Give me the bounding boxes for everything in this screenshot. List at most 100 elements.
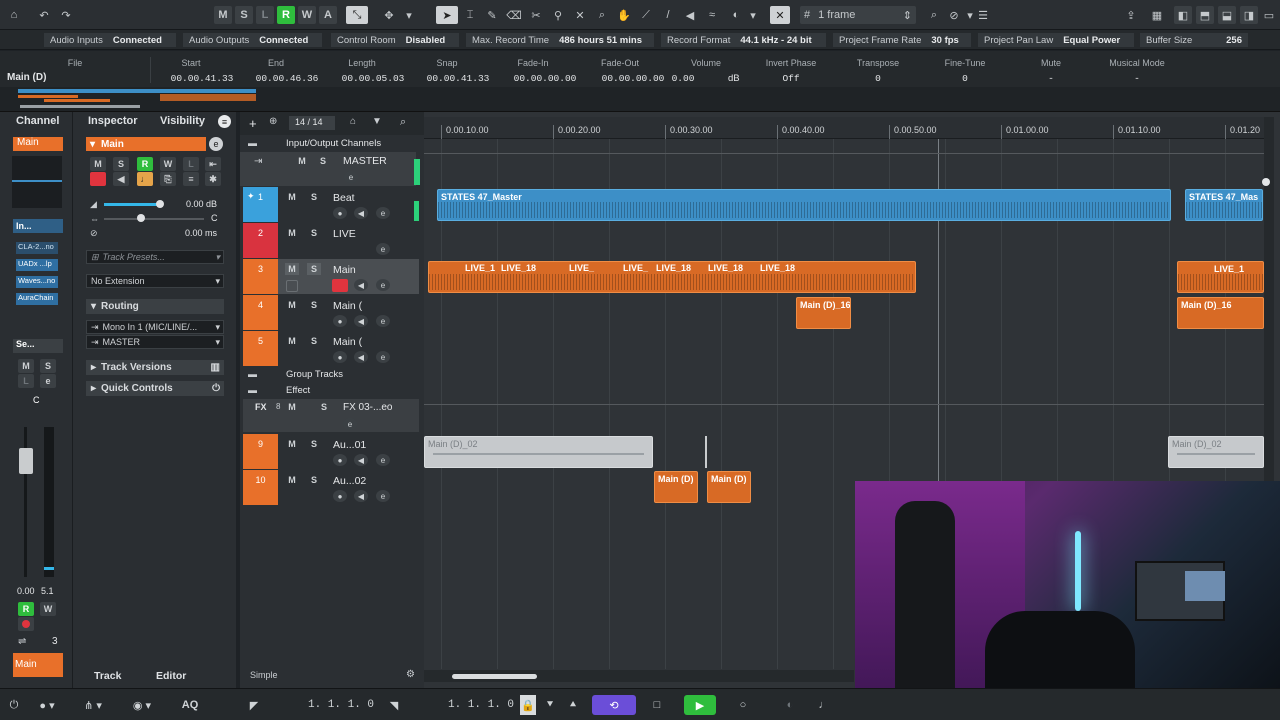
mute-button[interactable]: M [285,263,299,275]
track-name[interactable]: Main ( [333,300,362,312]
pan-handle[interactable] [137,214,145,222]
channel-name[interactable]: Main [13,137,63,151]
line-tool-icon[interactable]: / [660,6,676,24]
overview-track[interactable] [0,87,1280,112]
inserts-header[interactable]: In... [13,219,63,233]
sends-header[interactable]: Se... [13,339,63,353]
insert-slot-1[interactable]: CLA-2...no [16,242,58,254]
inspector-mute-button[interactable]: M [90,157,106,171]
gear-icon[interactable]: ⚙ [406,669,415,680]
mute-button[interactable]: M [285,191,299,203]
track-main[interactable]: 3 M S Main ◀ e [243,259,419,294]
locator-icon[interactable]: ◥ [386,695,402,715]
tempo-icon[interactable]: ◐ [780,695,800,715]
time-ruler[interactable]: 0.00.10.00 0.00.20.00 0.00.30.00 0.00.40… [424,117,1264,139]
pan-slider[interactable] [104,218,204,220]
timebase-icon[interactable]: ♩ [137,172,153,186]
track-name[interactable]: Au...01 [333,439,366,451]
warp-tool-icon[interactable]: ≈ [704,6,720,24]
solo-button[interactable]: S [307,438,321,450]
add-track-icon[interactable]: + [249,116,257,131]
tab-visibility[interactable]: Visibility [160,115,205,127]
audio-event[interactable]: Main (D) [707,471,751,503]
zoom-tool-icon[interactable]: ⌕ [594,6,610,24]
fader-value[interactable]: 0.00 [17,586,35,596]
mute-tool-icon[interactable]: ✕ [572,6,588,24]
color-icon[interactable]: ◐ [728,6,744,24]
tab-track[interactable]: Track [94,670,121,682]
audio-event[interactable]: STATES 47_Mas [1185,189,1263,221]
record-enable-button[interactable] [90,172,106,186]
inspector-solo-button[interactable]: S [113,157,129,171]
inspector-read-button[interactable]: R [137,157,153,171]
record-icon[interactable]: ● [333,207,347,219]
record-mode-icon[interactable]: ● ▾ [32,695,62,715]
right-locator[interactable]: 1. 1. 1. 0 [410,695,514,715]
channel-solo-button[interactable]: S [40,359,56,373]
track-main-5[interactable]: 5 M S Main ( ● ◀ e [243,331,419,366]
track-main-4[interactable]: 4 M S Main ( ● ◀ e [243,295,419,330]
io-folder-name[interactable]: Input/Output Channels [286,138,381,149]
eraser-tool-icon[interactable]: ⌫ [506,6,522,24]
click-icon[interactable]: ♩ [814,695,834,715]
left-zone-toggle-icon[interactable]: ◧ [1174,6,1192,24]
record-icon[interactable]: ● [333,490,347,502]
insert-slot-2[interactable]: UADx ...lp [16,259,58,271]
track-versions-section[interactable]: ▸ Track Versions ▥ [86,360,224,375]
aq-button[interactable]: AQ [176,695,204,715]
home-icon[interactable]: ⌂ [6,6,22,24]
value-invert-phase[interactable]: Off [746,73,836,84]
constrain-icon[interactable]: ✥ [380,6,398,24]
record-button[interactable]: ○ [730,695,756,715]
edit-icon[interactable]: ⊘ [946,6,962,24]
track-name[interactable]: Au...02 [333,475,366,487]
camera-icon[interactable]: ⌂ [350,116,356,127]
edit-icon[interactable]: e [209,137,223,151]
channel-pan-value[interactable]: C [33,395,40,405]
record-icon[interactable]: ● [333,315,347,327]
power-icon[interactable]: ⏻ [6,695,22,715]
audio-event[interactable]: LIVE_1 [1177,261,1264,293]
undo-icon[interactable]: ↶ [36,6,52,24]
lock-icon[interactable]: 🔒 [520,695,536,715]
pointer-tool-icon[interactable]: ➤ [436,6,458,24]
edit-icon[interactable]: e [344,171,358,183]
master-solo-button[interactable]: S [316,155,330,167]
play-button[interactable]: ▶ [684,695,716,715]
track-au02[interactable]: 10 M S Au...02 ● ◀ e [243,470,419,505]
keyboard-icon[interactable]: ▦ [1148,6,1166,24]
volume-value[interactable]: 0.00 dB [186,199,217,209]
extension-select[interactable]: No Extension ▾ [86,274,224,288]
record-enable-button[interactable] [332,279,348,292]
freeze-icon[interactable]: ✱ [205,172,221,186]
mute-button[interactable]: M [285,438,299,450]
locator-icon[interactable]: ◤ [246,695,262,715]
right-zone-toggle-icon[interactable]: ◨ [1240,6,1258,24]
speaker-tool-icon[interactable]: ◀ [682,6,698,24]
monitor-box[interactable] [286,280,298,292]
pencil-tool-icon[interactable]: ✎ [484,6,500,24]
value-start[interactable]: 00.00.41.33 [157,73,247,84]
listen-button[interactable]: L [256,6,274,24]
punch-in-icon[interactable]: ⯆ [542,695,558,715]
punch-out-icon[interactable]: ⯅ [565,695,581,715]
value-volume[interactable]: 0.00 [638,73,728,84]
search-icon[interactable]: ⌕ [400,116,406,129]
chevron-down-icon[interactable]: ▾ [746,6,760,24]
lanes-icon[interactable]: ☰ [974,6,992,24]
bypass-icon[interactable]: ⇤ [205,157,221,171]
edit-icon[interactable]: e [376,315,390,327]
hand-tool-icon[interactable]: ✋ [616,6,632,24]
solo-all-button[interactable]: S [235,6,253,24]
group-folder-name[interactable]: Group Tracks [286,369,343,380]
layout-icon[interactable]: ▭ [1262,6,1276,24]
quick-controls-section[interactable]: ▸ Quick Controls ⏻ [86,381,224,396]
tab-editor[interactable]: Editor [156,670,186,682]
track-name[interactable]: FX 03-...eo [343,402,392,413]
edit-icon[interactable]: e [376,243,390,255]
channel-edit-button[interactable]: e [40,374,56,388]
channel-record-button[interactable] [18,617,34,631]
audio-event[interactable]: Main (D)_16 [1177,297,1264,329]
lock-icon[interactable]: ⎘ [160,172,176,186]
tab-inspector[interactable]: Inspector [88,115,138,127]
